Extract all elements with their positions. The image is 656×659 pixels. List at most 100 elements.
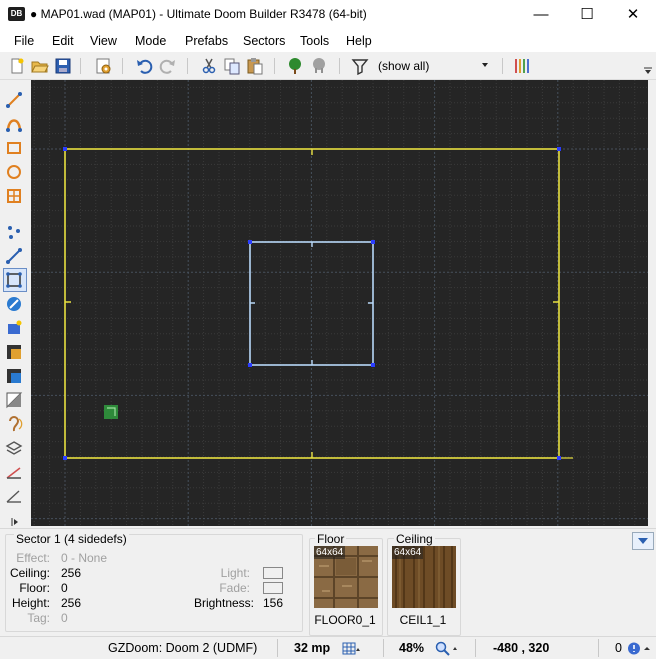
close-button[interactable]: ✕	[610, 0, 656, 30]
vertex[interactable]	[371, 363, 375, 367]
slope-icon[interactable]	[5, 463, 23, 481]
menu-sectors[interactable]: Sectors	[243, 34, 285, 48]
height-label: Height:	[11, 596, 50, 610]
vertices-mode-icon[interactable]	[5, 223, 23, 241]
brightness-value: 156	[263, 596, 284, 610]
chevron-down-icon	[638, 538, 648, 544]
save-map-icon[interactable]	[54, 57, 72, 75]
status-bar: GZDoom: Doom 2 (UDMF) 32 mp 48% -480 , 3…	[0, 636, 656, 659]
floor-value: 0	[61, 581, 68, 595]
tag-value: 0	[61, 611, 68, 625]
ceiling-texture-size: 64x64	[392, 546, 424, 559]
make-sector-alt-icon[interactable]	[5, 367, 23, 385]
sound-propagation-icon[interactable]	[5, 415, 23, 433]
brightness-label: Brightness:	[193, 596, 254, 610]
status-warnings-icon[interactable]	[627, 641, 653, 656]
map-options-icon[interactable]	[94, 57, 112, 75]
tag-label: Tag:	[27, 611, 50, 625]
toolstrip-overflow-icon[interactable]	[11, 518, 19, 526]
copy-icon[interactable]	[223, 57, 241, 75]
map-vertices[interactable]	[63, 147, 561, 460]
menu-file[interactable]: File	[14, 34, 34, 48]
thing-marker[interactable]	[104, 405, 118, 419]
map-scroll-edge	[648, 80, 656, 528]
floor-label: Floor:	[19, 581, 50, 595]
things-filter-select[interactable]: (show all)	[374, 57, 494, 75]
toolbar-separator	[339, 58, 340, 74]
player-start-thing[interactable]	[104, 405, 118, 419]
engine-status[interactable]: GZDoom: Doom 2 (UDMF)	[108, 641, 257, 655]
status-count[interactable]: 0	[615, 641, 622, 655]
menu-view[interactable]: View	[90, 34, 117, 48]
ceiling-texture-title: Ceiling	[394, 532, 435, 546]
ceiling-texture-name: CEIL1_1	[399, 613, 447, 627]
ceiling-label: Ceiling:	[9, 566, 50, 580]
toolbar-overflow-icon[interactable]	[644, 67, 652, 75]
visual-mode-icon[interactable]	[5, 319, 23, 337]
gradient-brightness-icon[interactable]	[5, 391, 23, 409]
map-drawing[interactable]	[31, 80, 648, 526]
collapse-info-button[interactable]	[632, 532, 654, 550]
minimize-button[interactable]: —	[518, 0, 564, 30]
status-separator	[277, 639, 278, 657]
things-filter-tree-icon[interactable]	[286, 57, 304, 75]
title-bar: DB ● MAP01.wad (MAP01) - Ultimate Doom B…	[0, 0, 656, 30]
menu-mode[interactable]: Mode	[135, 34, 166, 48]
mode-toolstrip	[0, 82, 28, 528]
menu-tools[interactable]: Tools	[300, 34, 329, 48]
draw-rectangle-icon[interactable]	[5, 139, 23, 157]
vertex[interactable]	[63, 147, 67, 151]
redo-icon[interactable]	[159, 57, 177, 75]
undo-icon[interactable]	[135, 57, 153, 75]
things-mode-icon[interactable]	[5, 295, 23, 313]
vertex[interactable]	[371, 240, 375, 244]
app-logo: DB	[8, 7, 25, 21]
draw-ellipse-icon[interactable]	[5, 163, 23, 181]
vertex[interactable]	[557, 456, 561, 460]
maximize-button[interactable]: ☐	[564, 0, 610, 30]
chevron-down-icon	[482, 63, 488, 67]
vertex[interactable]	[63, 456, 67, 460]
map-canvas[interactable]	[31, 80, 648, 526]
draw-grid-icon[interactable]	[5, 187, 23, 205]
linedefs-mode-icon[interactable]	[5, 247, 23, 265]
menu-edit[interactable]: Edit	[52, 34, 74, 48]
paste-icon[interactable]	[246, 57, 264, 75]
new-map-icon[interactable]	[8, 57, 26, 75]
open-map-icon[interactable]	[31, 57, 49, 75]
zoom-status[interactable]: 48%	[399, 641, 424, 655]
make-sector-icon[interactable]	[5, 343, 23, 361]
things-filter-value: (show all)	[378, 59, 430, 73]
angle-icon[interactable]	[5, 487, 23, 505]
draw-line-icon[interactable]	[5, 91, 23, 109]
draw-curve-icon[interactable]	[5, 115, 23, 133]
grid-icon[interactable]	[342, 642, 360, 655]
menu-help[interactable]: Help	[346, 34, 372, 48]
fade-label: Fade:	[219, 581, 250, 595]
layers-icon[interactable]	[5, 439, 23, 457]
status-separator	[598, 639, 599, 657]
vertex[interactable]	[248, 363, 252, 367]
linedef-colors-icon[interactable]	[513, 57, 531, 75]
toolbar-separator	[122, 58, 123, 74]
zoom-magnifier-icon[interactable]	[435, 641, 459, 656]
vertex[interactable]	[557, 147, 561, 151]
filter-funnel-icon[interactable]	[351, 57, 369, 75]
effect-value: 0 - None	[61, 551, 108, 565]
window-title: ● MAP01.wad (MAP01) - Ultimate Doom Buil…	[30, 7, 367, 21]
cursor-coordinates: -480 , 320	[493, 641, 550, 655]
vertex[interactable]	[248, 240, 252, 244]
sectors-mode-icon[interactable]	[5, 271, 23, 289]
ceiling-value: 256	[61, 566, 82, 580]
grid-size-status[interactable]: 32 mp	[294, 641, 330, 655]
cut-icon[interactable]	[200, 57, 218, 75]
things-filter-gray-icon[interactable]	[310, 57, 328, 75]
toolbar-separator	[187, 58, 188, 74]
menu-prefabs[interactable]: Prefabs	[185, 34, 228, 48]
toolbar-separator	[80, 58, 81, 74]
floor-texture-size: 64x64	[314, 546, 346, 559]
status-separator	[475, 639, 476, 657]
status-separator	[383, 639, 384, 657]
menu-bar: File Edit View Mode Prefabs Sectors Tool…	[0, 30, 656, 52]
sector-info-title: Sector 1 (4 sidedefs)	[14, 532, 129, 546]
